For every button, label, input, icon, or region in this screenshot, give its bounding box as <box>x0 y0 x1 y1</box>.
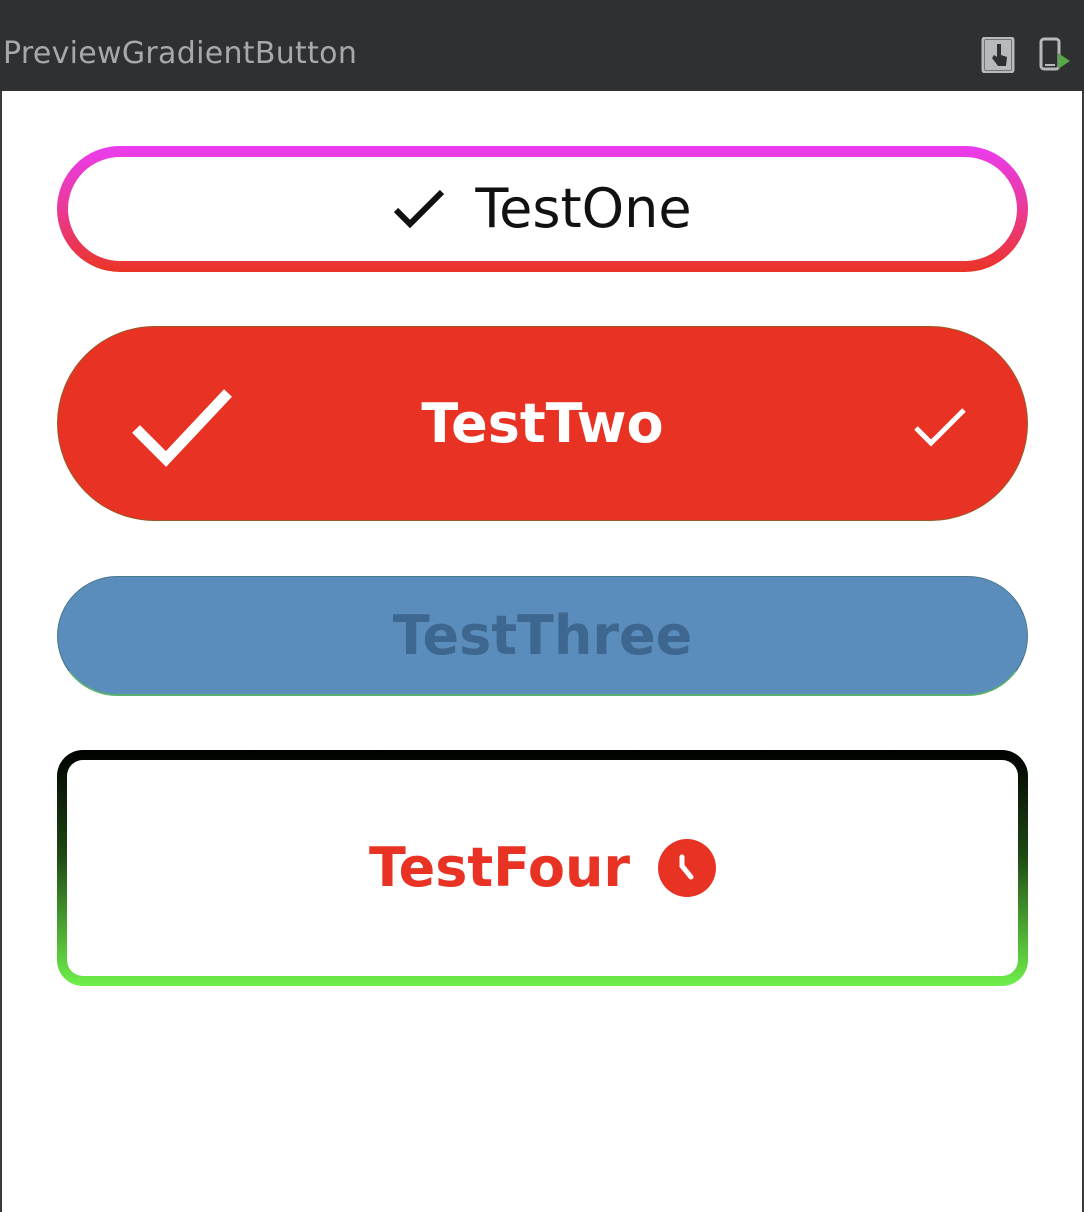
test-one-content: TestOne <box>393 177 692 240</box>
test-one-label: TestOne <box>475 177 692 240</box>
test-four-button[interactable]: TestFour <box>57 750 1028 986</box>
test-four-content: TestFour <box>368 836 717 899</box>
test-two-label: TestTwo <box>421 391 664 455</box>
preview-window: PreviewGradientButton TestOne TestTwo Te… <box>0 0 1084 1212</box>
test-three-button[interactable]: TestThree <box>57 576 1028 696</box>
test-two-button[interactable]: TestTwo <box>57 326 1028 521</box>
interactive-mode-icon[interactable] <box>980 37 1016 73</box>
preview-title-bar: PreviewGradientButton <box>0 0 1084 91</box>
test-three-label: TestThree <box>392 603 693 667</box>
deploy-preview-icon[interactable] <box>1036 37 1072 73</box>
check-icon <box>394 189 445 229</box>
clock-icon <box>658 839 717 897</box>
check-icon <box>132 389 233 467</box>
preview-title: PreviewGradientButton <box>3 36 358 71</box>
check-icon <box>914 408 966 447</box>
test-four-label: TestFour <box>368 836 631 899</box>
test-one-button[interactable]: TestOne <box>57 146 1028 272</box>
